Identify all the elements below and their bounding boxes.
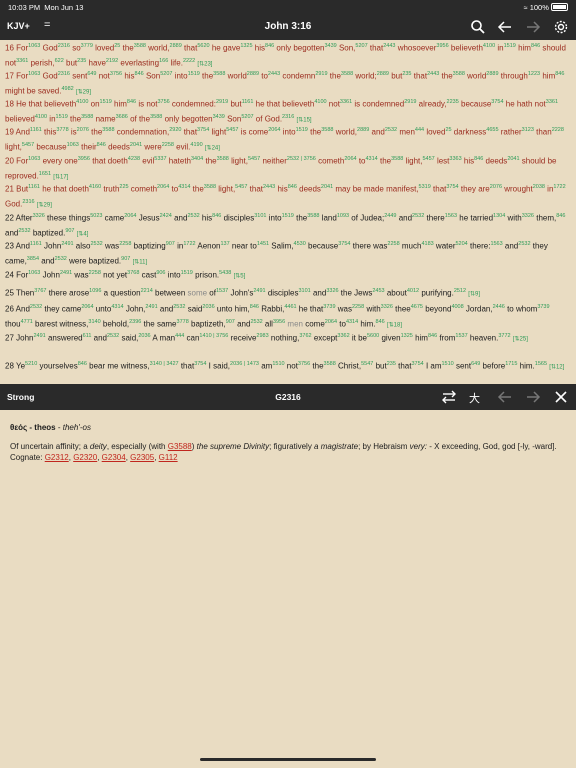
forward-arrow-icon[interactable] (525, 19, 541, 35)
verse-28[interactable]: 28 Ye5210 yourselves846 bear me witness,… (5, 358, 571, 374)
verse-23[interactable]: 23 And1161 John2491 also2532 was2258 bap… (5, 238, 571, 270)
verse-21[interactable]: 21 But1161 he that doeth4160 truth225 co… (5, 181, 571, 213)
search-icon[interactable] (470, 19, 486, 35)
strong-word: θεός - theos - theh'-os (10, 423, 91, 432)
cognate-link[interactable]: G2312 (45, 453, 69, 462)
version-button[interactable]: KJV+ (7, 21, 30, 31)
home-indicator[interactable] (200, 758, 376, 761)
verse-26[interactable]: 26 And2532 they came2064 unto4314 John,2… (5, 301, 571, 333)
verse-27[interactable]: 27 John2491 answered611 and2532 said,203… (5, 330, 571, 346)
strong-link[interactable]: G3588 (168, 442, 192, 451)
cognate-link[interactable]: G2304 (102, 453, 126, 462)
status-date: Mon Jun 13 (44, 3, 84, 12)
page-title: John 3:16 (264, 21, 312, 32)
strong-label[interactable]: Strong (7, 392, 34, 402)
back-arrow-icon[interactable] (497, 389, 513, 405)
back-arrow-icon[interactable] (497, 19, 513, 35)
status-time: 10:03 PM Mon Jun 13 (8, 3, 84, 12)
menu-button[interactable]: = (44, 19, 50, 31)
status-bar: 10:03 PM Mon Jun 13 ≈ 100% (0, 0, 576, 14)
settings-icon[interactable] (553, 19, 569, 35)
bible-text[interactable]: 16 For1063 God2316 so3779 loved25 the358… (0, 40, 576, 384)
verse-24[interactable]: 24 For1063 John2491 was2258 not yet3768 … (5, 267, 571, 283)
close-icon[interactable] (553, 389, 569, 405)
cognate-link[interactable]: G2320 (73, 453, 97, 462)
verse-25[interactable]: 25 Then3767 there arose1096 a question22… (5, 285, 571, 301)
cognate-link[interactable]: G112 (159, 453, 178, 462)
strong-definition-panel: θεός - theos - theh'-os Of uncertain aff… (0, 410, 576, 768)
verse-19[interactable]: 19 And1161 this3778 is2076 the3588 conde… (5, 124, 571, 156)
cognate-list: G2312, G2320, G2304, G2305, G112 (44, 453, 178, 462)
top-toolbar: KJV+ = John 3:16 (0, 14, 576, 40)
strong-definition: Of uncertain affinity; a deity, especial… (10, 442, 557, 462)
cognate-label: Cognate: (10, 453, 45, 462)
status-battery: ≈ 100% (524, 3, 568, 12)
translate-icon[interactable]: 大 (469, 390, 485, 406)
strong-toolbar: Strong G2316 大 (0, 384, 576, 410)
strong-code: G2316 (275, 392, 301, 402)
forward-arrow-icon[interactable] (525, 389, 541, 405)
swap-icon[interactable] (441, 389, 457, 405)
cognate-link[interactable]: G2305 (130, 453, 154, 462)
strong-pronunciation: theh'-os (62, 423, 91, 432)
